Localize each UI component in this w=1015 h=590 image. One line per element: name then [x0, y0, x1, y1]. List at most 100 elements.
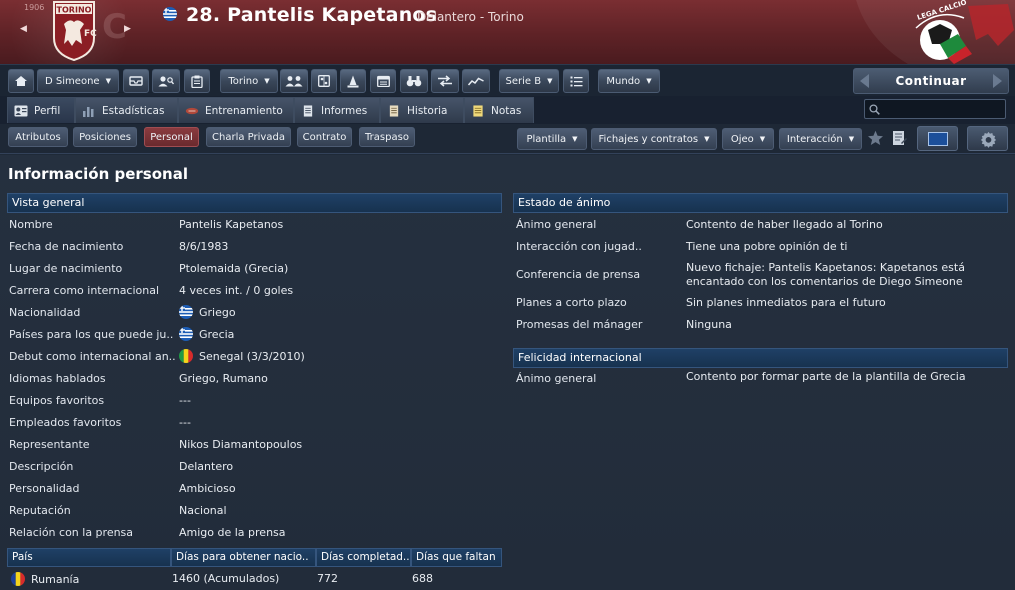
eligible-countries-value[interactable]: Grecia: [199, 328, 234, 341]
profile-subnav: Atributos Posiciones Personal Charla Pri…: [0, 124, 1015, 154]
main-toolbar: D Simeone ▼ Torino ▼ Serie B ▼ Mundo ▼ C…: [0, 64, 1015, 96]
tab-statistics[interactable]: Estadísticas: [75, 97, 178, 123]
scouting-button[interactable]: [400, 69, 428, 93]
subnav-positions[interactable]: Posiciones: [73, 127, 137, 147]
overview-value: ---: [179, 416, 191, 429]
finances-button[interactable]: [462, 69, 490, 93]
inbox-button[interactable]: [123, 69, 149, 93]
manager-promises-value: Ninguna: [686, 318, 732, 331]
overview-label: Fecha de nacimiento: [9, 240, 124, 253]
inbox-icon: [129, 76, 143, 86]
birthplace-value[interactable]: Ptolemaida (Grecia): [179, 262, 288, 275]
overview-label: Lugar de nacimiento: [9, 262, 123, 275]
settings-button[interactable]: [967, 126, 1008, 151]
id-card-icon: [14, 105, 28, 116]
chevron-down-icon: ▼: [264, 77, 270, 85]
column-header-days-left[interactable]: Días que faltan: [411, 548, 502, 567]
interaction-dropdown-label: Interacción: [786, 133, 843, 145]
table-cell-days-done: 772: [317, 572, 338, 585]
favourite-staff-value: ---: [179, 416, 191, 429]
continue-button[interactable]: Continuar: [876, 69, 986, 93]
search-input[interactable]: [884, 103, 1002, 115]
club-crest-logo[interactable]: 1906 TORINO FC C: [18, 0, 130, 62]
training-button[interactable]: [340, 69, 366, 93]
club-crest-text: TORINO: [57, 6, 92, 15]
overview-label: Reputación: [9, 504, 71, 517]
subnav-contract[interactable]: Contrato: [297, 127, 352, 147]
reputation-value: Nacional: [179, 504, 227, 517]
favourite-teams-value: ---: [179, 394, 191, 407]
overview-value: 4 veces int. / 0 goles: [179, 284, 293, 297]
league-menu-label: Serie B: [505, 75, 542, 87]
romania-flag-icon: [11, 572, 25, 586]
subnav-attributes[interactable]: Atributos: [8, 127, 68, 147]
agent-value[interactable]: Nikos Diamantopoulos: [179, 438, 302, 451]
calendar-icon: [376, 75, 390, 87]
subnav-private-chat[interactable]: Charla Privada: [206, 127, 291, 147]
scouting-dropdown-label: Ojeo: [730, 133, 754, 145]
search-box: [864, 99, 1006, 119]
overview-value: 8/6/1983: [179, 240, 228, 253]
manager-profile-button[interactable]: [152, 69, 180, 93]
document-icon: [303, 104, 313, 117]
history-book-icon: [389, 104, 399, 117]
overview-label: Personalidad: [9, 482, 80, 495]
world-menu-label: Mundo: [606, 75, 641, 87]
mood-section-header: Estado de ánimo: [513, 193, 1008, 213]
subnav-transfer[interactable]: Traspaso: [359, 127, 415, 147]
back-arrow-icon[interactable]: [860, 74, 869, 88]
column-header-days-needed[interactable]: Días para obtener nacio..: [171, 548, 316, 567]
forward-arrow-icon[interactable]: [993, 74, 1002, 88]
schedule-button[interactable]: [370, 69, 396, 93]
column-header-days-done[interactable]: Días completad..: [316, 548, 411, 567]
group-icon: [285, 76, 303, 87]
star-icon[interactable]: [867, 130, 884, 146]
squad-button[interactable]: [280, 69, 308, 93]
tab-profile[interactable]: Perfil: [7, 97, 75, 123]
clipboard-button[interactable]: [184, 69, 210, 93]
tab-training[interactable]: Entrenamiento: [178, 97, 294, 123]
club-menu-button[interactable]: Torino ▼: [220, 69, 278, 93]
press-conference-value: Nuevo fichaje: Pantelis Kapetanos: Kapet…: [686, 261, 965, 288]
line-chart-icon: [468, 77, 484, 85]
home-button[interactable]: [8, 69, 34, 93]
overview-label: Nacionalidad: [9, 306, 81, 319]
intl-debut-value[interactable]: Senegal (3/3/2010): [199, 350, 305, 363]
media-relation-value: Amigo de la prensa: [179, 526, 286, 539]
transfers-contracts-dropdown[interactable]: Fichajes y contratos ▼: [591, 128, 717, 150]
league-menu-button[interactable]: Serie B ▼: [499, 69, 559, 93]
interaction-dropdown[interactable]: Interacción ▼: [779, 128, 862, 150]
column-header-country[interactable]: País: [7, 548, 171, 567]
tab-notes[interactable]: Notas: [464, 97, 534, 123]
scouting-dropdown[interactable]: Ojeo ▼: [722, 128, 774, 150]
squad-dropdown-label: Plantilla: [526, 133, 567, 145]
manager-menu-label: D Simeone: [45, 75, 100, 87]
table-row[interactable]: Rumanía: [11, 572, 79, 586]
table-cell-days-left: 688: [412, 572, 433, 585]
squad-dropdown[interactable]: Plantilla ▼: [517, 128, 587, 150]
player-subtitle: Delantero - Torino: [417, 10, 524, 24]
overview-label: Debut como internacional an..: [9, 350, 176, 363]
player-header: ◀ ▶ 1906 TORINO FC C 28. Pantelis Kapeta…: [0, 0, 1015, 64]
overview-value: Griego, Rumano: [179, 372, 268, 385]
birth-date-value: 8/6/1983: [179, 240, 229, 253]
subnav-personal[interactable]: Personal: [144, 127, 199, 147]
transfers-button[interactable]: [431, 69, 459, 93]
competition-list-button[interactable]: [563, 69, 589, 93]
overview-value: Nikos Diamantopoulos: [179, 438, 302, 451]
overview-value: Ambicioso: [179, 482, 236, 495]
tactics-button[interactable]: [311, 69, 337, 93]
overview-value: Griego: [179, 305, 236, 319]
overview-label: Relación con la prensa: [9, 526, 134, 539]
nationality-value[interactable]: Griego: [199, 306, 236, 319]
tactics-board-icon: [318, 75, 330, 87]
tab-reports[interactable]: Informes: [294, 97, 380, 123]
chevron-down-icon: ▼: [848, 135, 855, 143]
overview-label: Descripción: [9, 460, 74, 473]
report-edit-icon[interactable]: [892, 130, 907, 146]
manager-menu-button[interactable]: D Simeone ▼: [37, 69, 119, 93]
world-menu-button[interactable]: Mundo ▼: [598, 69, 660, 93]
bar-chart-icon: [83, 106, 94, 117]
screen-layout-button[interactable]: [917, 126, 958, 151]
tab-history[interactable]: Historia: [380, 97, 464, 123]
